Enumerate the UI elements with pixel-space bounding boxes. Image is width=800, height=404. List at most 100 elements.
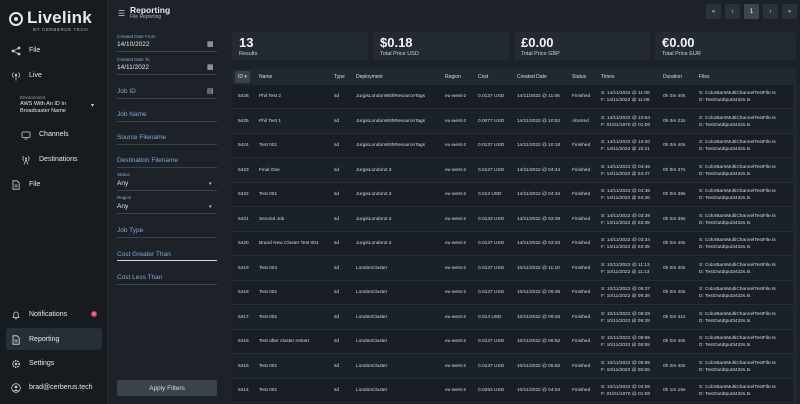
column-header-name[interactable]: Name: [259, 74, 272, 80]
stat-value: €0.00: [662, 35, 695, 50]
table-cell-line: D: TestOutdtput3432s.ts: [699, 343, 751, 348]
table-cell-status: Aborted: [572, 118, 589, 124]
table-cell-duration: 0h 0m 40s: [663, 94, 686, 99]
logo-subtitle: BY CERBERUS TECH: [33, 27, 89, 32]
table-scrollbar[interactable]: [793, 85, 797, 404]
created-to-input[interactable]: 14/11/2022: [117, 64, 149, 71]
table-row[interactable]: 5423 Final One sd JurgisLondon2.3 eu-west-2 0…: [232, 158, 796, 183]
table-row[interactable]: 5416 Test after cluster restart sd LondonCl…: [232, 330, 796, 354]
chevron-down-icon: ▾: [209, 181, 212, 187]
table-cell-deployment: LondonCluster: [356, 339, 388, 344]
first-page-button[interactable]: «: [706, 4, 721, 19]
table-cell-id: 5421: [238, 216, 249, 222]
calendar-icon[interactable]: ▦: [207, 40, 214, 48]
table-cell-line: S: ColorBarsMultiChannelTestFile.ts: [699, 287, 776, 292]
page-subtitle: File Reporting: [130, 14, 162, 20]
last-page-button[interactable]: »: [782, 4, 797, 19]
cost-less-input[interactable]: Cost Less Than: [117, 274, 162, 281]
table-cell-cost: 0.0253 USD: [478, 388, 505, 393]
table-row[interactable]: 5417 Test 001 sd LondonCluster eu-west-2 0.01…: [232, 305, 796, 330]
table-cell-region: eu-west-2: [445, 241, 467, 246]
sidebar-item-reporting[interactable]: Reporting: [10, 334, 59, 345]
status-select[interactable]: Any: [117, 180, 128, 187]
column-header-deployment[interactable]: Deployment: [356, 74, 383, 80]
table-cell-deployment: LondonCluster: [356, 290, 388, 295]
sidebar-item-live[interactable]: Live: [10, 70, 42, 81]
table-cell-file: S: ColorBarsMultiChannelTestFile.ts D: Te…: [699, 115, 776, 129]
calendar-icon[interactable]: ▦: [207, 63, 214, 71]
table-row[interactable]: 5421 Second Job sd JurgisLondon2.3 eu-west-2…: [232, 207, 796, 232]
table-row[interactable]: 5418 Test 001 sd LondonCluster eu-west-2 0.01…: [232, 281, 796, 305]
table-cell-line: S: 10/11/2022 @ 05:55: [601, 360, 651, 366]
table-cell-line: D: TestOutdtput3432s.ts: [699, 122, 751, 128]
column-header-duration[interactable]: Duration: [663, 74, 682, 80]
table-cell-region: eu-west-2: [445, 339, 467, 344]
column-header-type[interactable]: Type: [334, 74, 345, 80]
table-cell-name: Test after cluster restart: [259, 339, 310, 344]
user-icon: [10, 382, 21, 393]
table-row[interactable]: 5414 Test 001 sd LondonCluster eu-west-2 0.02…: [232, 379, 796, 403]
column-header-cost[interactable]: Cost: [478, 74, 488, 80]
divider: [117, 190, 217, 191]
table-cell-region: eu-west-2: [445, 363, 467, 369]
sidebar-item-channels[interactable]: Channels: [20, 129, 69, 140]
table-row[interactable]: 5425 Phil Test 1 sd JurgisLondonWithResourc…: [232, 109, 796, 134]
column-header-files[interactable]: Files: [699, 74, 710, 80]
current-page-button[interactable]: 1: [744, 4, 759, 19]
table-cell-created: 14/11/2022 @ 10:52: [517, 118, 561, 124]
table-cell-line: F: 14/11/2022 @ 11:09: [601, 98, 650, 103]
table-row[interactable]: 5415 Test 001 sd LondonCluster eu-west-2 0.01…: [232, 354, 796, 379]
job-type-input[interactable]: Job Type: [117, 227, 143, 234]
table-cell-cost: 0.0137 USD: [478, 339, 505, 344]
table-row[interactable]: 5426 Phil Test 2 sd JurgisLondonWithResourc…: [232, 85, 796, 109]
created-from-input[interactable]: 14/10/2022: [117, 41, 150, 48]
table-cell-line: D: TestOutdtput3432s.ts: [699, 171, 751, 177]
next-page-button[interactable]: ›: [763, 4, 778, 19]
sidebar-item-label: Settings: [29, 360, 55, 367]
sidebar-item-user[interactable]: brad@cerberus.tech: [10, 382, 93, 393]
table-cell-cost: 0.0127 USD: [478, 167, 505, 173]
table-cell-times: S: 14/11/2022 @ 04:46 F: 14/11/2022 @ 04:…: [601, 164, 650, 178]
table-cell-line: D: TestOutdtput3432s.ts: [699, 147, 751, 152]
column-header-region[interactable]: Region: [445, 74, 461, 80]
table-cell-name: Phil Test 2: [259, 94, 282, 99]
table-row[interactable]: 5420 Brand New Cluster Test 001 sd JurgisLo…: [232, 232, 796, 256]
menu-icon[interactable]: ☰: [118, 9, 125, 18]
sidebar-item-destinations[interactable]: Destinations: [20, 154, 78, 165]
table-cell-region: eu-west-2: [445, 192, 467, 197]
table-cell-line: F: 10/11/2022 @ 09:38: [601, 294, 650, 299]
column-header-status[interactable]: Status: [572, 74, 586, 80]
environment-select[interactable]: AWS With An ID In Broadcaster Name: [20, 101, 86, 114]
prev-page-button[interactable]: ‹: [725, 4, 740, 19]
table-row[interactable]: 5424 Test 001 sd JurgisLondonWithResourceTa…: [232, 134, 796, 158]
source-filename-input[interactable]: Source Filename: [117, 134, 166, 141]
region-select[interactable]: Any: [117, 203, 128, 210]
table-cell-duration: 0h 0m 38s: [663, 192, 686, 197]
table-cell-file: S: ColorBarsMultiChannelTestFile.ts D: Te…: [699, 237, 776, 251]
cost-greater-input[interactable]: Cost Greater Than: [117, 251, 171, 258]
apply-filters-button[interactable]: Apply Filters: [117, 380, 217, 396]
table-row[interactable]: 5422 Test 001 sd JurgisLondon2.3 eu-west-2 0.…: [232, 183, 796, 207]
sidebar-item-file[interactable]: File: [10, 45, 40, 56]
table-cell-name: Phil Test 1: [259, 118, 282, 124]
column-header-id[interactable]: ID ▾: [235, 71, 250, 83]
sidebar-item-notifications[interactable]: Notifications: [10, 309, 67, 320]
column-header-times[interactable]: Times: [601, 74, 614, 80]
table-cell-name: Test 001: [259, 143, 278, 148]
livelink-logo[interactable]: Livelink: [9, 9, 92, 27]
job-name-input[interactable]: Job Name: [117, 111, 147, 118]
table-cell-line: F: 14/11/2022 @ 04:47: [601, 171, 650, 177]
sidebar-item-settings[interactable]: Settings: [10, 358, 54, 369]
job-id-input[interactable]: Job ID: [117, 88, 136, 95]
table-cell-deployment: LondonCluster: [356, 363, 388, 369]
table-cell-id: 5415: [238, 363, 249, 369]
column-header-created[interactable]: Created Date: [517, 74, 547, 80]
table-cell-line: S: ColorBarsMultiChannelTestFile.ts: [699, 115, 776, 121]
table-cell-status: Finished: [572, 339, 591, 344]
table-row[interactable]: 5419 Test 004 sd LondonCluster eu-west-2 0.01…: [232, 256, 796, 281]
table-cell-line: S: ColorBarsMultiChannelTestFile.ts: [699, 238, 776, 243]
stat-label: Total Price USD: [380, 51, 419, 57]
table-cell-cost: 0.014 USD: [478, 314, 502, 320]
destination-filename-input[interactable]: Destination Filename: [117, 157, 178, 164]
sidebar-item-file-2[interactable]: File: [10, 179, 40, 190]
